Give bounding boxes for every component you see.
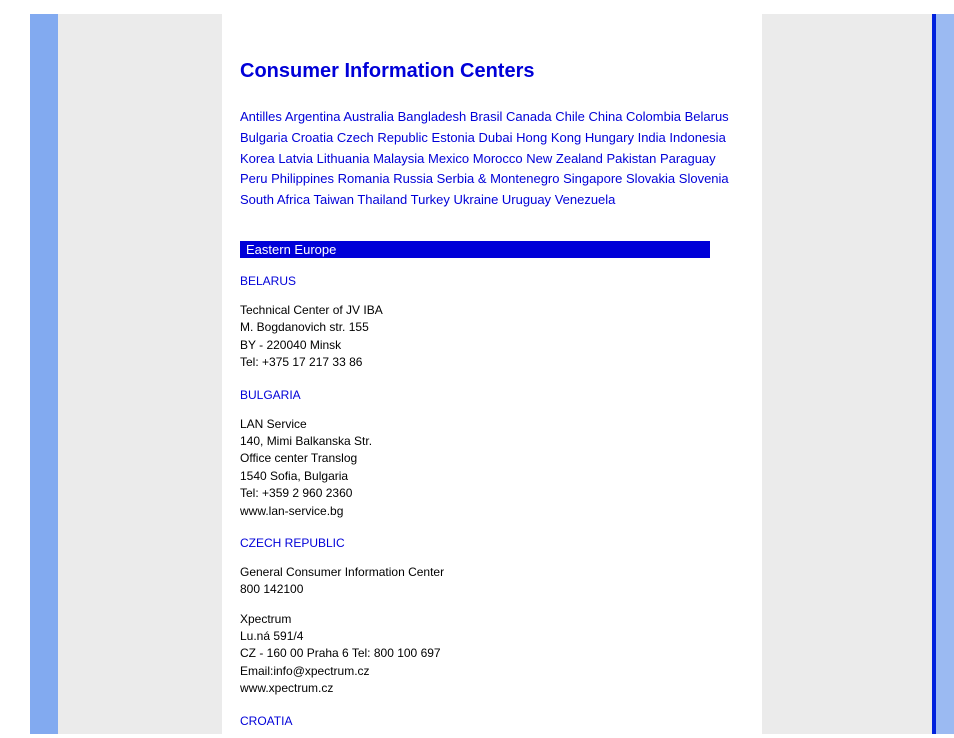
country-heading: CROATIA xyxy=(240,714,740,728)
country-link[interactable]: Antilles xyxy=(240,109,282,124)
country-link[interactable]: Peru xyxy=(240,171,267,186)
country-link[interactable]: Bangladesh xyxy=(398,109,467,124)
page-outer: Consumer Information Centers Antilles Ar… xyxy=(0,0,954,738)
country-link[interactable]: Romania xyxy=(338,171,390,186)
country-link[interactable]: Slovakia xyxy=(626,171,675,186)
country-link[interactable]: Philippines xyxy=(271,171,334,186)
sections-container: BELARUS Technical Center of JV IBAM. Bogd… xyxy=(240,274,740,738)
info-block: LAN Service140, Mimi Balkanska Str.Offic… xyxy=(240,416,740,520)
country-link[interactable]: Colombia xyxy=(626,109,681,124)
info-block: Technical Center of JV IBAM. Bogdanovich… xyxy=(240,302,740,372)
country-link[interactable]: India xyxy=(638,130,666,145)
country-link[interactable]: Canada xyxy=(506,109,552,124)
country-link[interactable]: Mexico xyxy=(428,151,469,166)
country-link[interactable]: Hungary xyxy=(585,130,634,145)
country-link[interactable]: China xyxy=(588,109,622,124)
country-link[interactable]: Croatia xyxy=(291,130,333,145)
country-link[interactable]: Belarus xyxy=(685,109,729,124)
content-area: Consumer Information Centers Antilles Ar… xyxy=(240,60,740,738)
country-link[interactable]: Paraguay xyxy=(660,151,716,166)
country-link[interactable]: Slovenia xyxy=(679,171,729,186)
country-link[interactable]: Hong Kong xyxy=(516,130,581,145)
country-link[interactable]: Uruguay xyxy=(502,192,551,207)
country-link[interactable]: Czech Republic xyxy=(337,130,428,145)
country-link[interactable]: Thailand xyxy=(357,192,407,207)
country-link[interactable]: Pakistan xyxy=(607,151,657,166)
country-link[interactable]: Turkey xyxy=(411,192,450,207)
country-link[interactable]: Serbia & Montenegro xyxy=(437,171,560,186)
info-block: General Consumer Information Center800 1… xyxy=(240,564,740,599)
country-link[interactable]: Brasil xyxy=(470,109,503,124)
country-link[interactable]: Australia xyxy=(343,109,394,124)
country-link[interactable]: Ukraine xyxy=(454,192,499,207)
country-link[interactable]: Bulgaria xyxy=(240,130,288,145)
country-link[interactable]: Malaysia xyxy=(373,151,424,166)
country-link[interactable]: Indonesia xyxy=(669,130,725,145)
country-link[interactable]: South Africa xyxy=(240,192,310,207)
country-link[interactable]: Lithuania xyxy=(317,151,370,166)
country-link[interactable]: Argentina xyxy=(285,109,341,124)
country-link[interactable]: Latvia xyxy=(278,151,313,166)
country-link[interactable]: Russia xyxy=(393,171,433,186)
decor-bar-left xyxy=(30,14,58,734)
country-heading: BULGARIA xyxy=(240,388,740,402)
country-link[interactable]: Morocco xyxy=(473,151,523,166)
country-heading: CZECH REPUBLIC xyxy=(240,536,740,550)
country-link[interactable]: Venezuela xyxy=(555,192,616,207)
decor-gray-right xyxy=(762,14,932,734)
country-link-list: Antilles Argentina Australia Bangladesh … xyxy=(240,107,735,211)
country-heading: BELARUS xyxy=(240,274,740,288)
country-link[interactable]: New Zealand xyxy=(526,151,603,166)
decor-bar-right xyxy=(936,14,954,734)
info-block: XpectrumLu.ná 591/4CZ - 160 00 Praha 6 T… xyxy=(240,611,740,698)
country-link[interactable]: Chile xyxy=(555,109,585,124)
page-title: Consumer Information Centers xyxy=(240,60,740,83)
country-link[interactable]: Singapore xyxy=(563,171,622,186)
region-heading: Eastern Europe xyxy=(240,241,710,258)
country-link[interactable]: Estonia xyxy=(432,130,475,145)
decor-gray-left xyxy=(58,14,222,734)
country-link[interactable]: Korea xyxy=(240,151,275,166)
country-link[interactable]: Taiwan xyxy=(314,192,354,207)
country-link[interactable]: Dubai xyxy=(479,130,513,145)
